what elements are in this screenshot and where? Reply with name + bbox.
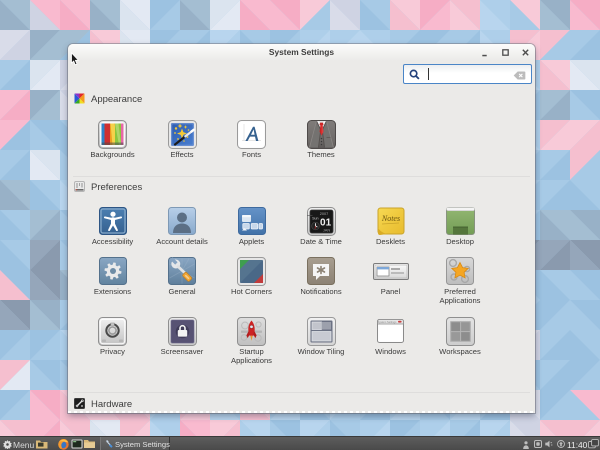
svg-text:System Settings: System Settings bbox=[378, 320, 397, 324]
svg-text:JAN: JAN bbox=[322, 228, 330, 233]
svg-text:Notes: Notes bbox=[380, 214, 399, 223]
svg-text:2007: 2007 bbox=[319, 212, 327, 216]
svg-text:Sun: Sun bbox=[312, 217, 318, 221]
